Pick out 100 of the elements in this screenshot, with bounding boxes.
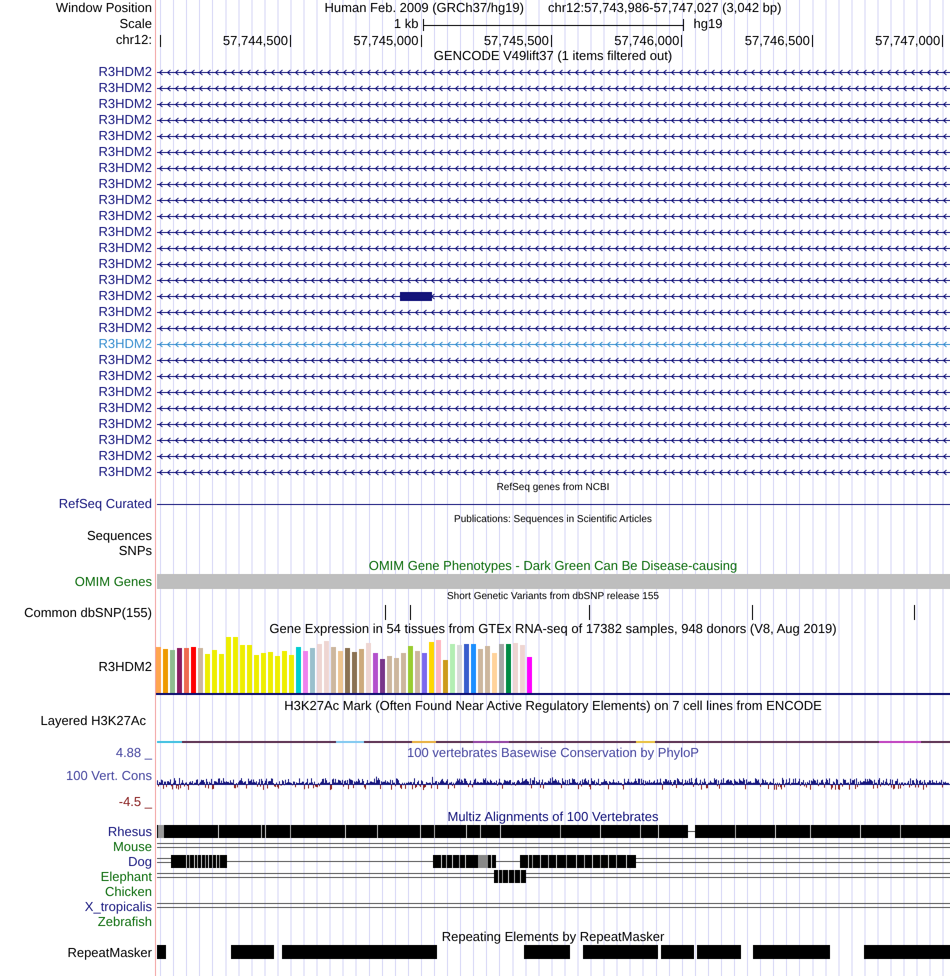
ruler-tick: 57,746,500 [744, 35, 813, 47]
track-label[interactable]: 100 Vert. Cons [66, 768, 152, 783]
expression-bar [408, 646, 413, 693]
expression-bar [247, 645, 252, 693]
track-title: Multiz Alignments of 100 Vertebrates [447, 810, 658, 824]
gene-label[interactable]: R3HDM2 [98, 80, 152, 96]
ruler-tick: 57,746,000 [614, 35, 682, 47]
expression-bar [450, 644, 455, 693]
expression-bar [289, 655, 294, 693]
track-title: Gene Expression in 54 tissues from GTEx RNA-seq of 17382 samples, 948 donors (V8, Aug 2019) [269, 621, 837, 637]
expression-bar [331, 647, 336, 693]
expression-bar [261, 653, 266, 693]
snp-tick [589, 605, 590, 620]
gene-label[interactable]: R3HDM2 [98, 208, 152, 224]
expression-bar [310, 648, 315, 693]
track-label[interactable]: SNPs [118, 543, 152, 558]
expression-bar [401, 653, 406, 693]
species-label[interactable]: Chicken [105, 884, 152, 899]
expression-bar [254, 655, 259, 693]
expression-bar [184, 648, 189, 693]
scale-assembly: hg19 [692, 16, 722, 32]
track-title: RefSeq genes from NCBI [496, 481, 610, 495]
track-label[interactable]: OMIM Genes [74, 574, 152, 589]
expression-bar [380, 659, 385, 693]
expression-bar [282, 651, 287, 693]
expression-bar [499, 644, 504, 693]
track-title: Repeating Elements by RepeatMasker [442, 929, 664, 945]
expression-bar [233, 637, 238, 693]
expression-bar [471, 644, 476, 693]
expression-bar [527, 657, 532, 693]
gene-label[interactable]: R3HDM2 [98, 464, 152, 480]
gene-label[interactable]: R3HDM2 [98, 256, 152, 272]
ruler-tick: 57,745,000 [353, 35, 422, 47]
expression-bar [226, 637, 231, 693]
gene-label[interactable]: R3HDM2 [98, 112, 152, 128]
gene-label[interactable]: R3HDM2 [98, 64, 152, 80]
expression-bar [163, 649, 168, 693]
snp-tick [914, 605, 915, 620]
gene-label[interactable]: R3HDM2 [98, 416, 152, 432]
expression-bar [457, 645, 462, 693]
repeat-block [524, 945, 570, 959]
expression-bar [520, 645, 525, 693]
gene-label[interactable]: R3HDM2 [98, 176, 152, 192]
gene-label[interactable]: R3HDM2 [98, 288, 152, 304]
track-label[interactable]: RefSeq Curated [58, 496, 152, 512]
expression-bar [422, 653, 427, 693]
expression-bar [205, 654, 210, 693]
track-title: Short Genetic Variants from dbSNP release 155 [447, 590, 659, 604]
gene-label[interactable]: R3HDM2 [98, 96, 152, 112]
gene-label[interactable]: R3HDM2 [98, 432, 152, 448]
track-label[interactable]: RepeatMasker [67, 945, 152, 960]
axis-max-label: 4.88 _ [116, 745, 152, 760]
gene-label[interactable]: R3HDM2 [98, 240, 152, 256]
expression-bar [198, 648, 203, 693]
track-title: 100 vertebrates Basewise Conservation by PhyloP [407, 745, 699, 760]
species-label[interactable]: Zebrafish [98, 914, 152, 929]
gene-label[interactable]: R3HDM2 [98, 160, 152, 176]
ruler-tick: 57,744,500 [222, 35, 291, 47]
track-label[interactable]: Common dbSNP(155) [24, 605, 152, 621]
expression-bar [443, 660, 448, 693]
repeat-block [157, 945, 166, 959]
gene-label[interactable]: R3HDM2 [98, 448, 152, 464]
expression-bar [387, 656, 392, 693]
track-label[interactable]: Layered H3K27Ac [40, 714, 152, 728]
repeat-block [231, 945, 274, 959]
expression-bar [429, 642, 434, 693]
species-label[interactable]: Rhesus [108, 824, 152, 839]
species-label[interactable]: Mouse [112, 839, 152, 854]
gene-label[interactable]: R3HDM2 [98, 400, 152, 416]
expression-bar [373, 653, 378, 693]
expression-bar [170, 650, 175, 693]
gene-label[interactable]: R3HDM2 [98, 320, 152, 336]
expression-bar [464, 644, 469, 693]
expression-bar [317, 644, 322, 693]
gene-label[interactable]: R3HDM2 [98, 384, 152, 400]
ruler-tick: 57,747,000 [875, 35, 944, 47]
position-range: chr12:57,743,986-57,747,027 (3,042 bp) [548, 0, 782, 16]
gene-label[interactable]: R3HDM2 [98, 224, 152, 240]
gene-label[interactable]: R3HDM2 [98, 304, 152, 320]
track-title: H3K27Ac Mark (Often Found Near Active Regulatory Elements) on 7 cell lines from ENCODE [284, 698, 822, 714]
expression-bar [296, 647, 301, 693]
species-label[interactable]: Dog [128, 854, 152, 869]
gene-label[interactable]: R3HDM2 [98, 144, 152, 160]
species-label[interactable]: X_tropicalis [84, 899, 152, 914]
track-label[interactable]: R3HDM2 [98, 658, 152, 674]
track-label[interactable]: Sequences [86, 528, 152, 543]
expression-bar [492, 653, 497, 693]
expression-bar [478, 649, 483, 693]
gene-label[interactable]: R3HDM2 [98, 352, 152, 368]
snp-tick [752, 605, 753, 620]
gene-label[interactable]: R3HDM2 [98, 368, 152, 384]
gene-label[interactable]: R3HDM2 [98, 128, 152, 144]
expression-bar [240, 645, 245, 693]
row-label: chr12: [116, 32, 152, 48]
ruler-tick: 57,745,500 [484, 35, 552, 47]
gene-label[interactable]: R3HDM2 [98, 272, 152, 288]
expression-bar [513, 643, 518, 693]
expression-bar [268, 652, 273, 693]
gene-label[interactable]: R3HDM2 [98, 192, 152, 208]
species-label[interactable]: Elephant [100, 869, 152, 884]
